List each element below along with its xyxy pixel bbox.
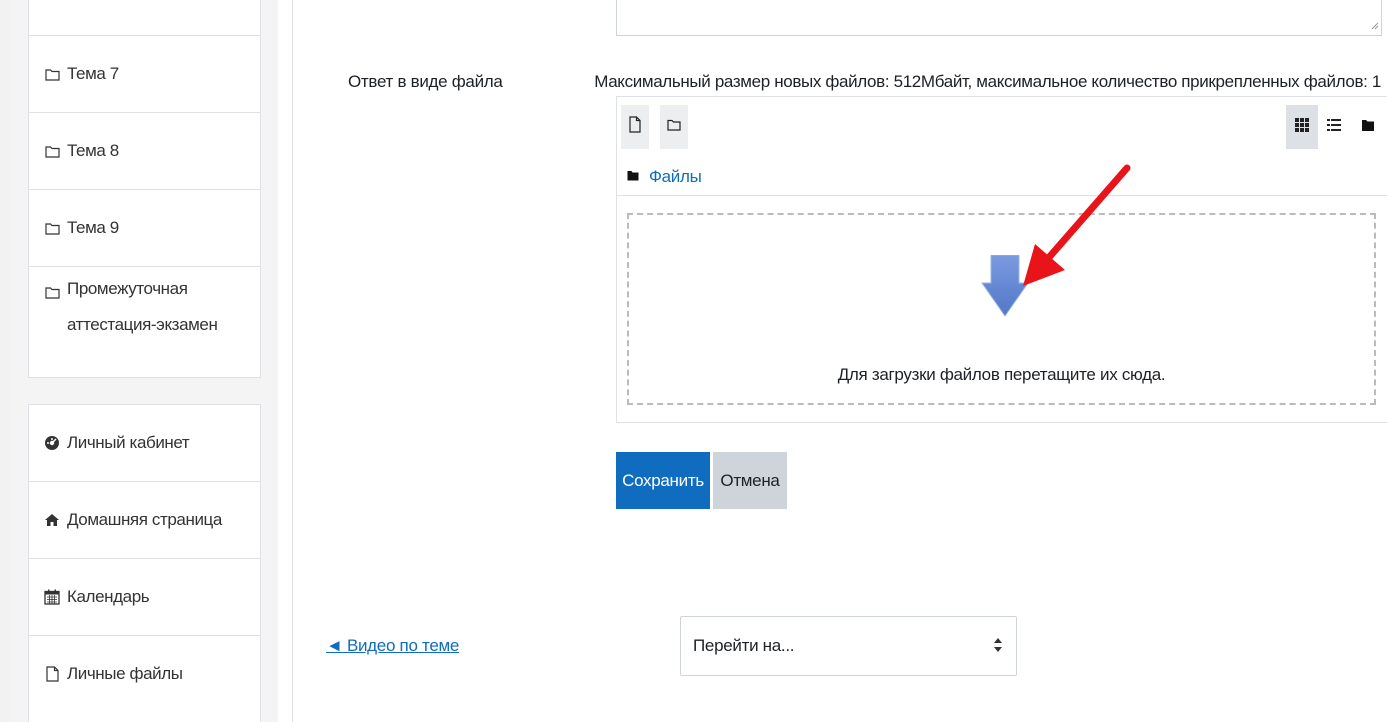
view-details-button[interactable] (1318, 105, 1350, 149)
folder-filled-icon (1361, 118, 1375, 137)
file-manager-divider (617, 195, 1387, 196)
dashboard-icon (43, 434, 61, 452)
view-tree-button[interactable] (1352, 105, 1384, 149)
file-dropzone[interactable]: Для загрузки файлов перетащите их сюда. (627, 213, 1376, 405)
cancel-button[interactable]: Отмена (713, 452, 787, 509)
save-button[interactable]: Сохранить (616, 452, 710, 509)
online-text-editor[interactable] (616, 0, 1382, 36)
calendar-icon (43, 588, 61, 606)
sidebar-item-topic-7[interactable]: Тема 7 (29, 35, 260, 112)
resize-handle-icon[interactable] (1371, 22, 1379, 33)
jump-to-select[interactable]: Перейти на... (680, 616, 1017, 676)
sidebar-item-label: Тема 8 (67, 141, 119, 160)
course-sections-block: Тема 7 Тема 8 Тема 9 Промежуточная аттес… (28, 0, 261, 378)
sidebar-item-topic-8[interactable]: Тема 8 (29, 112, 260, 189)
view-icons-button[interactable] (1286, 105, 1318, 149)
navigation-block: Личный кабинет Домашняя страница Календа… (28, 404, 261, 722)
sidebar-item-label: Личный кабинет (67, 433, 190, 452)
sidebar-item-topic-9[interactable]: Тема 9 (29, 189, 260, 266)
grid-icon (1295, 117, 1309, 137)
sidebar-item-label: Тема 7 (67, 64, 119, 83)
folder-icon (43, 283, 61, 301)
folder-icon (43, 219, 61, 237)
file-manager: Файлы Для загрузки файлов перетащите их … (616, 96, 1387, 423)
sidebar-item-label: Промежуточная аттестация-экзамен (67, 271, 218, 343)
previous-activity-link[interactable]: ◄ Видео по теме (326, 636, 459, 656)
list-icon (1327, 118, 1341, 137)
sidebar-item-label: Календарь (67, 587, 150, 606)
add-file-button[interactable] (621, 105, 649, 149)
sidebar-item-calendar[interactable]: Календарь (29, 558, 260, 635)
sidebar-item-label: Личные файлы (67, 664, 183, 683)
jump-to-select-value: Перейти на... (693, 636, 795, 655)
sort-arrows-icon (994, 637, 1002, 657)
sidebar-item-private-files[interactable]: Личные файлы (29, 635, 260, 712)
sidebar-item-label-line1: Промежуточная (67, 279, 188, 298)
breadcrumb-files-link[interactable]: Файлы (649, 167, 702, 187)
folder-icon (667, 118, 681, 136)
breadcrumb: Файлы (627, 167, 702, 187)
home-icon (43, 511, 61, 529)
sidebar-item-label: Домашняя страница (67, 510, 222, 529)
dropzone-instructions: Для загрузки файлов перетащите их сюда. (837, 365, 1166, 384)
file-manager-toolbar (617, 97, 1387, 157)
sidebar-item-label: Тема 9 (67, 218, 119, 237)
content-divider (292, 0, 293, 722)
file-submission-label: Ответ в виде файла (348, 72, 503, 91)
file-icon (43, 665, 61, 683)
create-folder-button[interactable] (660, 105, 688, 149)
sidebar-item-home[interactable]: Домашняя страница (29, 481, 260, 558)
sidebar-item-label-line2: аттестация-экзамен (67, 315, 218, 334)
annotation-arrow-icon (1015, 162, 1135, 297)
sidebar-item-exam[interactable]: Промежуточная аттестация-экзамен (29, 266, 260, 377)
folder-icon (43, 65, 61, 83)
sidebar-item-dashboard[interactable]: Личный кабинет (29, 405, 260, 481)
folder-filled-icon (627, 168, 639, 186)
left-gutter (0, 0, 10, 722)
file-limits-text: Максимальный размер новых файлов: 512Мба… (594, 72, 1381, 91)
folder-icon (43, 142, 61, 160)
file-icon (629, 116, 641, 138)
